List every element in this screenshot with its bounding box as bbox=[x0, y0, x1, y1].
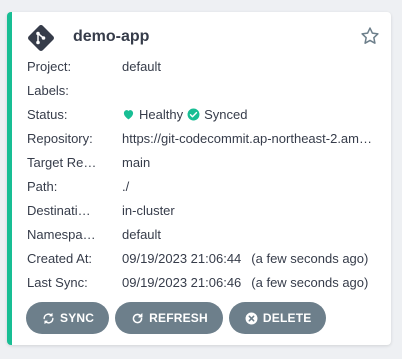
check-circle-icon bbox=[187, 108, 200, 121]
refresh-icon bbox=[131, 312, 144, 325]
destination-label: Destinati… bbox=[27, 203, 91, 219]
health-status: Healthy bbox=[139, 106, 184, 122]
app-details: Project: default Labels: Status: Healthy… bbox=[27, 54, 382, 295]
sync-status: Synced bbox=[204, 106, 248, 122]
repository-value: https://git-codecommit.ap-northeast-2.am… bbox=[122, 130, 372, 146]
row-project: Project: default bbox=[27, 54, 382, 78]
row-target-revision: Target Re… main bbox=[27, 150, 382, 174]
path-value: ./ bbox=[122, 179, 130, 195]
application-tile[interactable]: demo-app Project: default Labels: Status… bbox=[7, 12, 391, 345]
repository-label: Repository: bbox=[27, 130, 93, 146]
created-at-relative: (a few seconds ago) bbox=[251, 251, 369, 267]
status-value: Healthy Synced bbox=[122, 107, 382, 122]
last-sync-value: 09/19/2023 21:06:46 (a few seconds ago) bbox=[122, 275, 382, 290]
delete-button-label: DELETE bbox=[262, 311, 312, 325]
project-value: default bbox=[122, 58, 162, 74]
refresh-button-label: REFRESH bbox=[149, 311, 208, 325]
row-path: Path: ./ bbox=[27, 174, 382, 198]
namespace-value: default bbox=[122, 227, 162, 243]
app-name[interactable]: demo-app bbox=[73, 28, 149, 46]
refresh-button[interactable]: REFRESH bbox=[115, 302, 223, 334]
row-labels: Labels: bbox=[27, 78, 382, 102]
row-last-sync: Last Sync: 09/19/2023 21:06:46 (a few sec… bbox=[27, 271, 382, 295]
status-label: Status: bbox=[27, 106, 68, 122]
delete-circle-icon bbox=[245, 312, 258, 325]
created-at-timestamp: 09/19/2023 21:06:44 bbox=[122, 251, 242, 267]
last-sync-relative: (a few seconds ago) bbox=[251, 275, 369, 291]
created-at-value: 09/19/2023 21:06:44 (a few seconds ago) bbox=[122, 251, 382, 266]
row-namespace: Namespa… default bbox=[27, 223, 382, 247]
sync-button-label: SYNC bbox=[60, 311, 95, 325]
target-revision-label: Target Re… bbox=[27, 154, 97, 170]
destination-value: in-cluster bbox=[122, 203, 175, 219]
sync-icon bbox=[42, 312, 55, 325]
row-created-at: Created At: 09/19/2023 21:06:44 (a few se… bbox=[27, 247, 382, 271]
target-revision-value: main bbox=[122, 154, 151, 170]
namespace-label: Namespa… bbox=[27, 227, 96, 243]
row-status: Status: Healthy Synced bbox=[27, 102, 382, 126]
last-sync-timestamp: 09/19/2023 21:06:46 bbox=[122, 275, 242, 291]
delete-button[interactable]: DELETE bbox=[228, 302, 327, 334]
sync-button[interactable]: SYNC bbox=[26, 302, 110, 334]
star-outline-icon[interactable] bbox=[360, 26, 380, 46]
path-label: Path: bbox=[27, 179, 58, 195]
labels-label: Labels: bbox=[27, 82, 69, 98]
row-repository: Repository: https://git-codecommit.ap-no… bbox=[27, 126, 382, 150]
created-at-label: Created At: bbox=[27, 251, 93, 267]
heart-icon bbox=[122, 108, 135, 121]
tile-actions: SYNC REFRESH DELETE bbox=[26, 302, 327, 334]
project-label: Project: bbox=[27, 58, 72, 74]
last-sync-label: Last Sync: bbox=[27, 275, 88, 291]
git-branch-diamond-icon bbox=[27, 24, 55, 52]
row-destination: Destinati… in-cluster bbox=[27, 199, 382, 223]
